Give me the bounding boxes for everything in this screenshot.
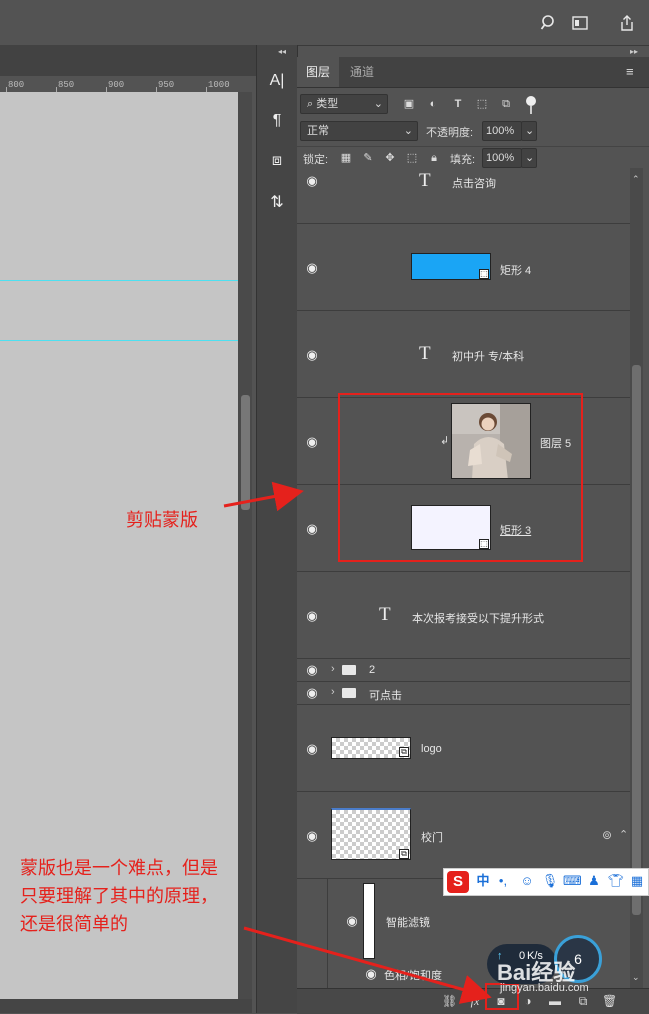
- sogou-logo-icon[interactable]: S: [447, 871, 469, 893]
- punctuation-icon[interactable]: •,: [494, 872, 512, 890]
- microphone-icon[interactable]: 🎙︎: [541, 872, 559, 890]
- watermark-url: jingyan.baidu.com: [500, 982, 589, 994]
- keyboard-icon[interactable]: ⌨: [563, 872, 582, 890]
- person-icon[interactable]: ♟: [585, 872, 603, 890]
- skin-icon[interactable]: 👕︎: [607, 872, 625, 890]
- annotation-arrows: [223, 481, 492, 1004]
- arrow-to-clip-mask: [223, 481, 304, 512]
- emoji-icon[interactable]: ☺: [518, 872, 536, 890]
- toolbox-icon[interactable]: ▦: [628, 872, 646, 890]
- ime-mode[interactable]: 中: [474, 872, 492, 890]
- arrow-to-mask-button: [243, 926, 492, 1004]
